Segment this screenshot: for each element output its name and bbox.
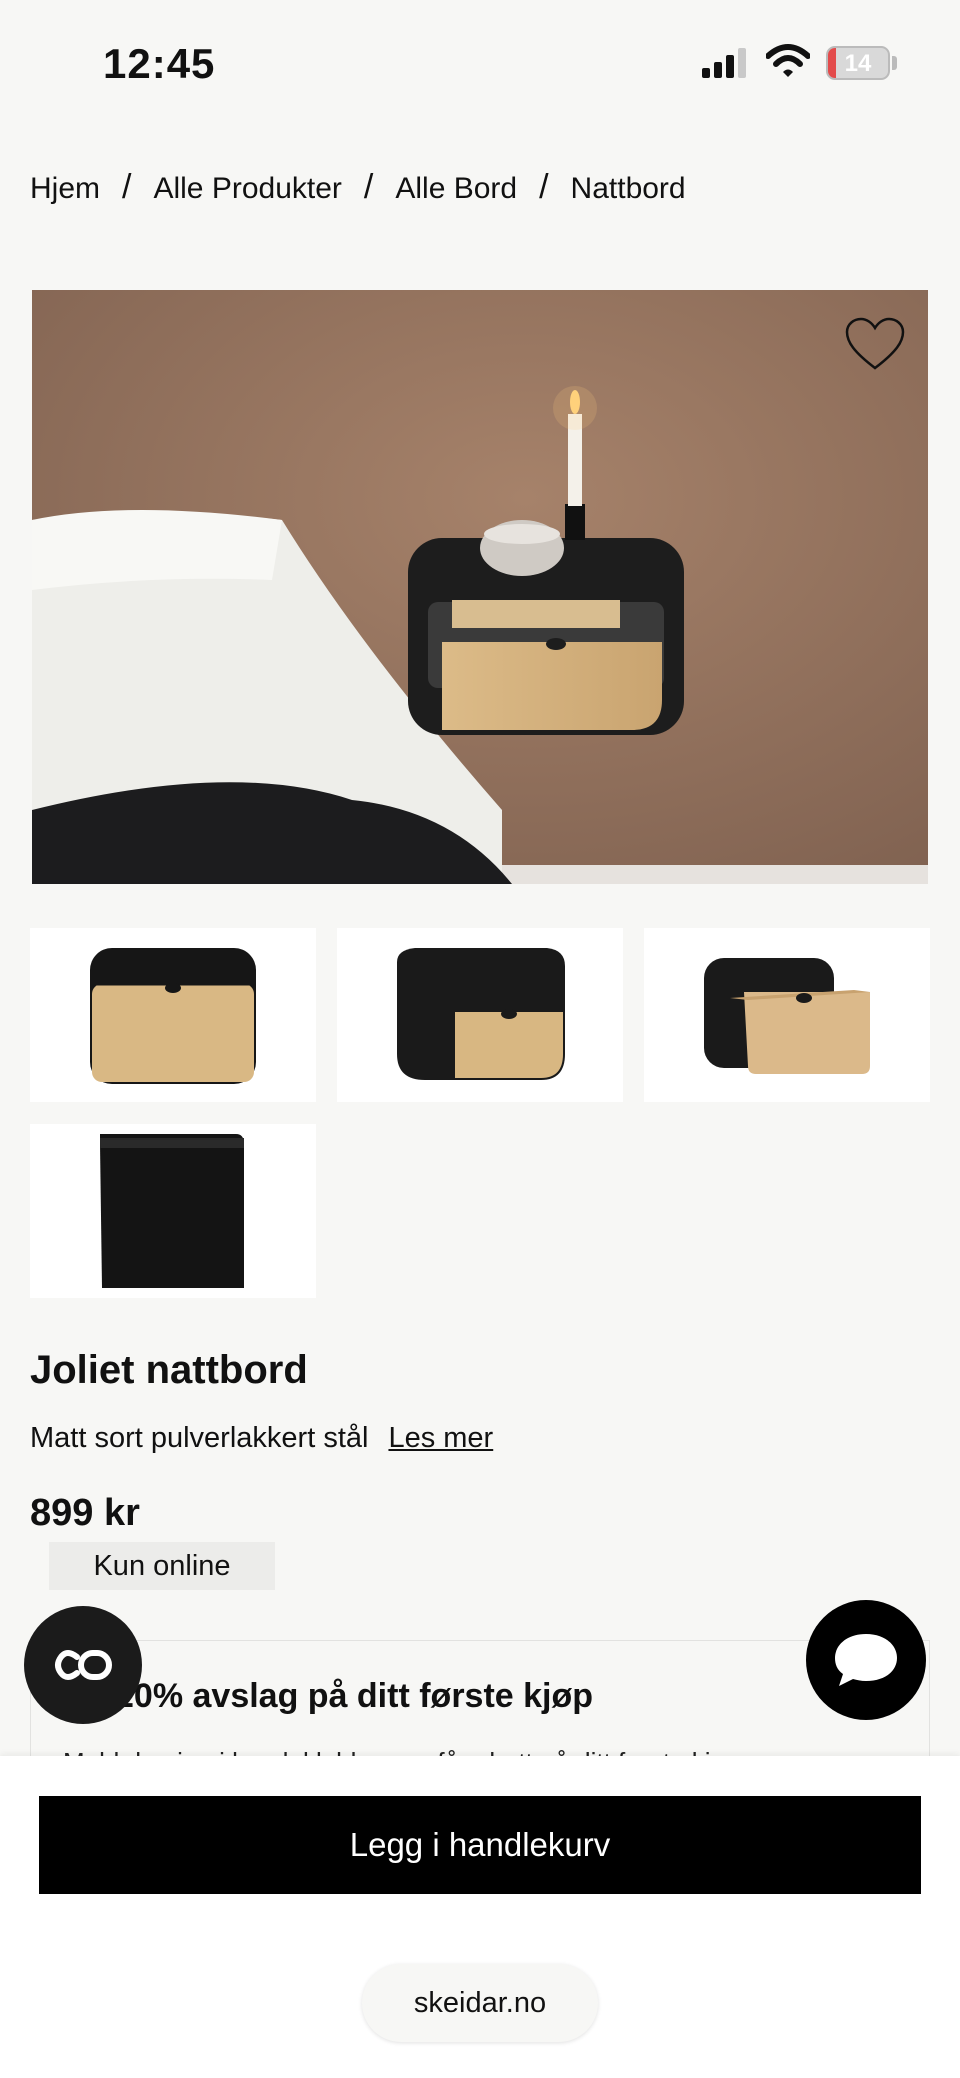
product-thumbnail-open-drawer[interactable] <box>644 928 930 1102</box>
nightstand-angle-image <box>397 948 565 1080</box>
breadcrumb-separator: / <box>122 168 132 206</box>
status-time: 12:45 <box>103 40 216 87</box>
add-to-cart-button[interactable]: Legg i handlekurv <box>39 1796 921 1894</box>
nightstand-open-drawer-image <box>704 958 870 1074</box>
product-main-image[interactable] <box>32 290 928 884</box>
cellular-signal-icon <box>702 48 746 78</box>
online-only-badge: Kun online <box>49 1542 275 1590</box>
wifi-icon <box>766 44 810 77</box>
product-price: 899 kr <box>30 1492 140 1534</box>
product-material: Matt sort pulverlakkert stål <box>30 1422 369 1454</box>
breadcrumb-home[interactable]: Hjem <box>30 172 100 206</box>
product-description: Matt sort pulverlakkert stål Les mer <box>30 1422 493 1455</box>
breadcrumb-all-products[interactable]: Alle Produkter <box>153 172 341 206</box>
breadcrumb-all-tables[interactable]: Alle Bord <box>395 172 517 206</box>
chat-bubble-icon <box>835 1634 897 1686</box>
nightstand-scene-image <box>32 290 928 884</box>
breadcrumb: Hjem / Alle Produkter / Alle Bord / Natt… <box>30 168 686 206</box>
browser-url-pill[interactable]: skeidar.no <box>362 1964 598 2042</box>
status-bar: 12:45 14 <box>0 0 960 130</box>
battery-level: 14 <box>844 50 872 77</box>
product-thumbnail-front[interactable] <box>30 928 316 1102</box>
loop-icon <box>55 1650 112 1680</box>
bottom-action-bar: Legg i handlekurv skeidar.no <box>0 1756 960 2078</box>
breadcrumb-separator: / <box>539 168 549 206</box>
product-title: Joliet nattbord <box>30 1348 308 1392</box>
product-thumbnail-angle[interactable] <box>337 928 623 1102</box>
battery-icon: 14 <box>826 46 890 80</box>
heart-icon[interactable] <box>844 316 906 372</box>
loyalty-loop-button[interactable] <box>24 1606 142 1724</box>
promo-title: 20% avslag på ditt første kjøp <box>115 1677 594 1715</box>
nightstand-side-image <box>100 1134 244 1288</box>
promo-banner[interactable]: 20% avslag på ditt første kjøp Meld deg … <box>30 1640 930 1760</box>
breadcrumb-nightstands[interactable]: Nattbord <box>571 172 686 206</box>
nightstand-front-image <box>90 948 256 1084</box>
product-thumbnail-side[interactable] <box>30 1124 316 1298</box>
chat-button[interactable] <box>806 1600 926 1720</box>
battery-tip <box>892 56 897 70</box>
breadcrumb-separator: / <box>363 168 374 206</box>
read-more-link[interactable]: Les mer <box>388 1422 493 1454</box>
